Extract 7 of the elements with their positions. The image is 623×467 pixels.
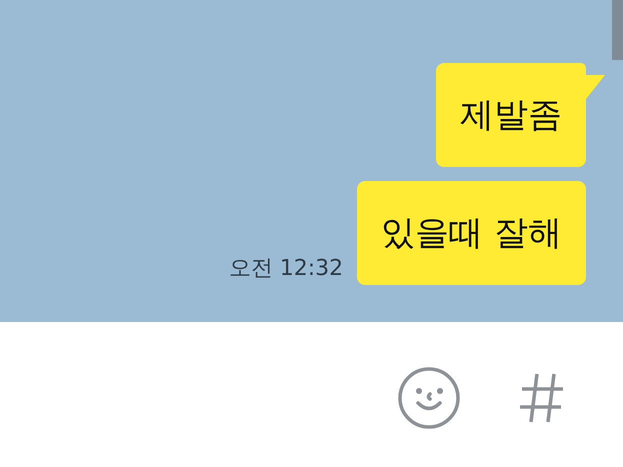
- hashtag-icon[interactable]: [519, 372, 565, 424]
- scrollbar[interactable]: [612, 0, 623, 60]
- emoticon-icon[interactable]: [397, 366, 461, 430]
- message-bubble: 제발좀: [436, 63, 586, 167]
- bubble-tail: [586, 75, 605, 99]
- message-time: 오전 12:32: [228, 255, 344, 283]
- message-bubble: 있을때 잘해: [357, 181, 586, 285]
